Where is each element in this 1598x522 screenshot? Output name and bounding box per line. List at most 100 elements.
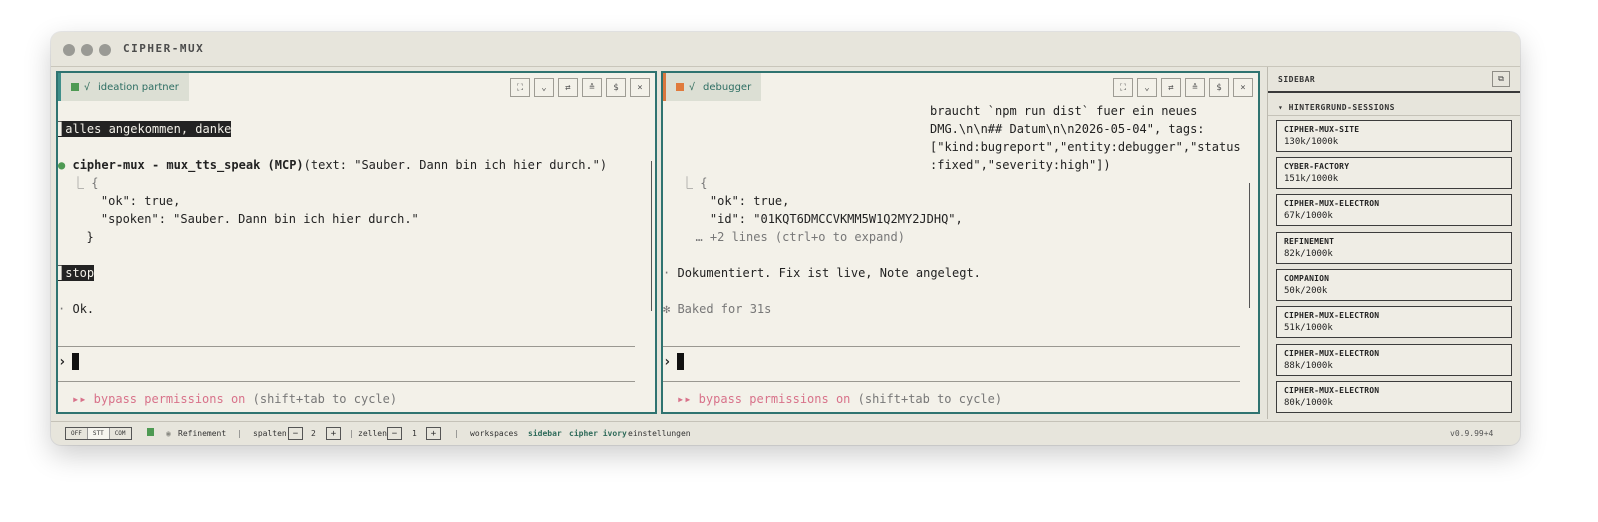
- session-name: CIPHER-MUX-ELECTRON: [1284, 199, 1380, 208]
- mode-off-button[interactable]: OFF: [66, 428, 88, 439]
- session-card[interactable]: COMPANION 50k/200k: [1276, 269, 1512, 301]
- tool-result-line: "ok": true,: [681, 194, 790, 208]
- assistant-message: · Ok.: [58, 302, 95, 316]
- maximize-icon[interactable]: ⛶: [1113, 78, 1133, 97]
- session-name: CIPHER-MUX-ELECTRON: [1284, 349, 1380, 358]
- split-icon[interactable]: ≙: [1185, 78, 1205, 97]
- status-square-icon: [676, 83, 684, 91]
- settings-link[interactable]: einstellungen: [628, 429, 691, 438]
- tool-result-line: "ok": true,: [72, 194, 181, 208]
- close-pane-icon[interactable]: ×: [1233, 78, 1253, 97]
- cells-value: 1: [412, 429, 417, 438]
- shell-icon[interactable]: $: [606, 78, 626, 97]
- session-usage: 82k/1000k: [1284, 249, 1333, 259]
- sidebar-title: SIDEBAR: [1278, 75, 1316, 84]
- prompt-input[interactable]: ›: [663, 353, 685, 370]
- session-card[interactable]: CIPHER-MUX-ELECTRON 88k/1000k: [1276, 344, 1512, 376]
- version-label: v0.9.99+4: [1450, 429, 1494, 438]
- text-cursor: [677, 353, 685, 370]
- scrollbar[interactable]: [651, 161, 652, 311]
- cells-label: zellen: [358, 429, 387, 438]
- tool-result-line: ⎿ {: [681, 176, 708, 190]
- session-usage: 51k/1000k: [1284, 323, 1333, 333]
- close-window-dot[interactable]: [63, 44, 75, 56]
- mode-com-button[interactable]: COM: [110, 428, 131, 439]
- split-icon[interactable]: ≙: [582, 78, 602, 97]
- status-line: ✻ Baked for 31s: [663, 302, 772, 316]
- terminal-pane-ideation[interactable]: √ ideation partner ⛶ ⌄ ⇄ ≙ $ × ▌alles an…: [56, 71, 657, 414]
- scrollbar[interactable]: [1249, 183, 1250, 308]
- section-header-background-sessions[interactable]: ▾ HINTERGRUND-SESSIONS: [1278, 103, 1395, 112]
- session-name: CIPHER-MUX-SITE: [1284, 125, 1360, 134]
- pane-header: √ ideation partner ⛶ ⌄ ⇄ ≙ $ ×: [58, 73, 655, 101]
- check-icon: √: [689, 81, 696, 93]
- separator: |: [454, 429, 459, 438]
- active-session-label: Refinement: [178, 429, 227, 438]
- columns-decrease-button[interactable]: −: [288, 427, 303, 440]
- status-square-icon: [147, 428, 154, 436]
- tool-call-line: ["kind:bugreport","entity:debugger","sta…: [930, 140, 1241, 154]
- session-name: REFINEMENT: [1284, 237, 1335, 246]
- session-card[interactable]: CIPHER-MUX-ELECTRON 80k/1000k: [1276, 381, 1512, 413]
- terminal-pane-debugger[interactable]: √ debugger ⛶ ⌄ ⇄ ≙ $ × braucht `npm run …: [661, 71, 1260, 414]
- session-name: CIPHER-MUX-ELECTRON: [1284, 311, 1380, 320]
- user-message: ▌alles angekommen, danke: [58, 121, 232, 137]
- close-pane-icon[interactable]: ×: [630, 78, 650, 97]
- divider: [1268, 115, 1520, 116]
- text-cursor: [72, 353, 80, 370]
- zoom-window-dot[interactable]: [99, 44, 111, 56]
- permissions-footer[interactable]: ▸▸ bypass permissions on (shift+tab to c…: [72, 390, 397, 408]
- divider: [663, 346, 1240, 347]
- tool-call-line: :fixed","severity:high"]): [930, 158, 1111, 172]
- user-message: ▌stop: [58, 265, 95, 281]
- divider: [663, 381, 1240, 382]
- session-card[interactable]: CIPHER-MUX-ELECTRON 51k/1000k: [1276, 306, 1512, 338]
- radio-dot-icon: ◉: [166, 429, 171, 438]
- divider: [58, 346, 635, 347]
- session-usage: 88k/1000k: [1284, 361, 1333, 371]
- session-usage: 67k/1000k: [1284, 211, 1333, 221]
- assistant-message: · Dokumentiert. Fix ist live, Note angel…: [663, 266, 981, 280]
- session-name: COMPANION: [1284, 274, 1330, 283]
- separator: |: [349, 429, 354, 438]
- tool-call-line: ● cipher-mux - mux_tts_speak (MCP)(text:…: [58, 158, 608, 172]
- columns-label: spalten: [253, 429, 287, 438]
- columns-increase-button[interactable]: +: [326, 427, 341, 440]
- pane-name: debugger: [703, 81, 752, 93]
- app-window: CIPHER-MUX √ ideation partner ⛶ ⌄ ⇄ ≙ $ …: [51, 32, 1520, 445]
- sidebar: SIDEBAR ⧉ ▾ HINTERGRUND-SESSIONS CIPHER-…: [1267, 67, 1520, 419]
- session-card[interactable]: CIPHER-MUX-ELECTRON 67k/1000k: [1276, 194, 1512, 226]
- titlebar: CIPHER-MUX: [51, 32, 1520, 67]
- collapse-icon[interactable]: ⌄: [534, 78, 554, 97]
- sidebar-detach-icon[interactable]: ⧉: [1492, 71, 1510, 87]
- shell-icon[interactable]: $: [1209, 78, 1229, 97]
- pane-tab-debugger[interactable]: √ debugger: [663, 73, 762, 101]
- tool-call-line: braucht `npm run dist` fuer ein neues: [930, 104, 1198, 118]
- prompt-input[interactable]: ›: [58, 353, 80, 370]
- mode-stt-button[interactable]: STT: [87, 428, 110, 439]
- permissions-footer[interactable]: ▸▸ bypass permissions on (shift+tab to c…: [677, 390, 1002, 408]
- session-card[interactable]: REFINEMENT 82k/1000k: [1276, 232, 1512, 264]
- status-square-icon: [71, 83, 79, 91]
- expand-hint[interactable]: … +2 lines (ctrl+o to expand): [681, 228, 905, 246]
- pane-tab-ideation[interactable]: √ ideation partner: [58, 73, 189, 101]
- session-name: CIPHER-MUX-ELECTRON: [1284, 386, 1380, 395]
- cells-increase-button[interactable]: +: [426, 427, 441, 440]
- tool-result-line: ⎿ {: [72, 176, 99, 190]
- session-card[interactable]: CYBER-FACTORY 151k/1000k: [1276, 157, 1512, 189]
- collapse-icon[interactable]: ⌄: [1137, 78, 1157, 97]
- mode-toggle: OFF STT COM: [65, 427, 132, 440]
- swap-icon[interactable]: ⇄: [1161, 78, 1181, 97]
- minimize-window-dot[interactable]: [81, 44, 93, 56]
- separator: |: [237, 429, 242, 438]
- tool-result-line: "id": "01KQT6DMCCVKMM5W1Q2MY2JDHQ",: [681, 212, 963, 226]
- session-card[interactable]: CIPHER-MUX-SITE 130k/1000k: [1276, 120, 1512, 152]
- swap-icon[interactable]: ⇄: [558, 78, 578, 97]
- session-usage: 50k/200k: [1284, 286, 1328, 296]
- workspaces-link[interactable]: workspaces: [470, 429, 518, 438]
- theme-link[interactable]: cipher ivory: [569, 429, 627, 438]
- sidebar-link[interactable]: sidebar: [528, 429, 562, 438]
- cells-decrease-button[interactable]: −: [387, 427, 402, 440]
- pane-buttons: ⛶ ⌄ ⇄ ≙ $ ×: [1113, 78, 1253, 97]
- maximize-icon[interactable]: ⛶: [510, 78, 530, 97]
